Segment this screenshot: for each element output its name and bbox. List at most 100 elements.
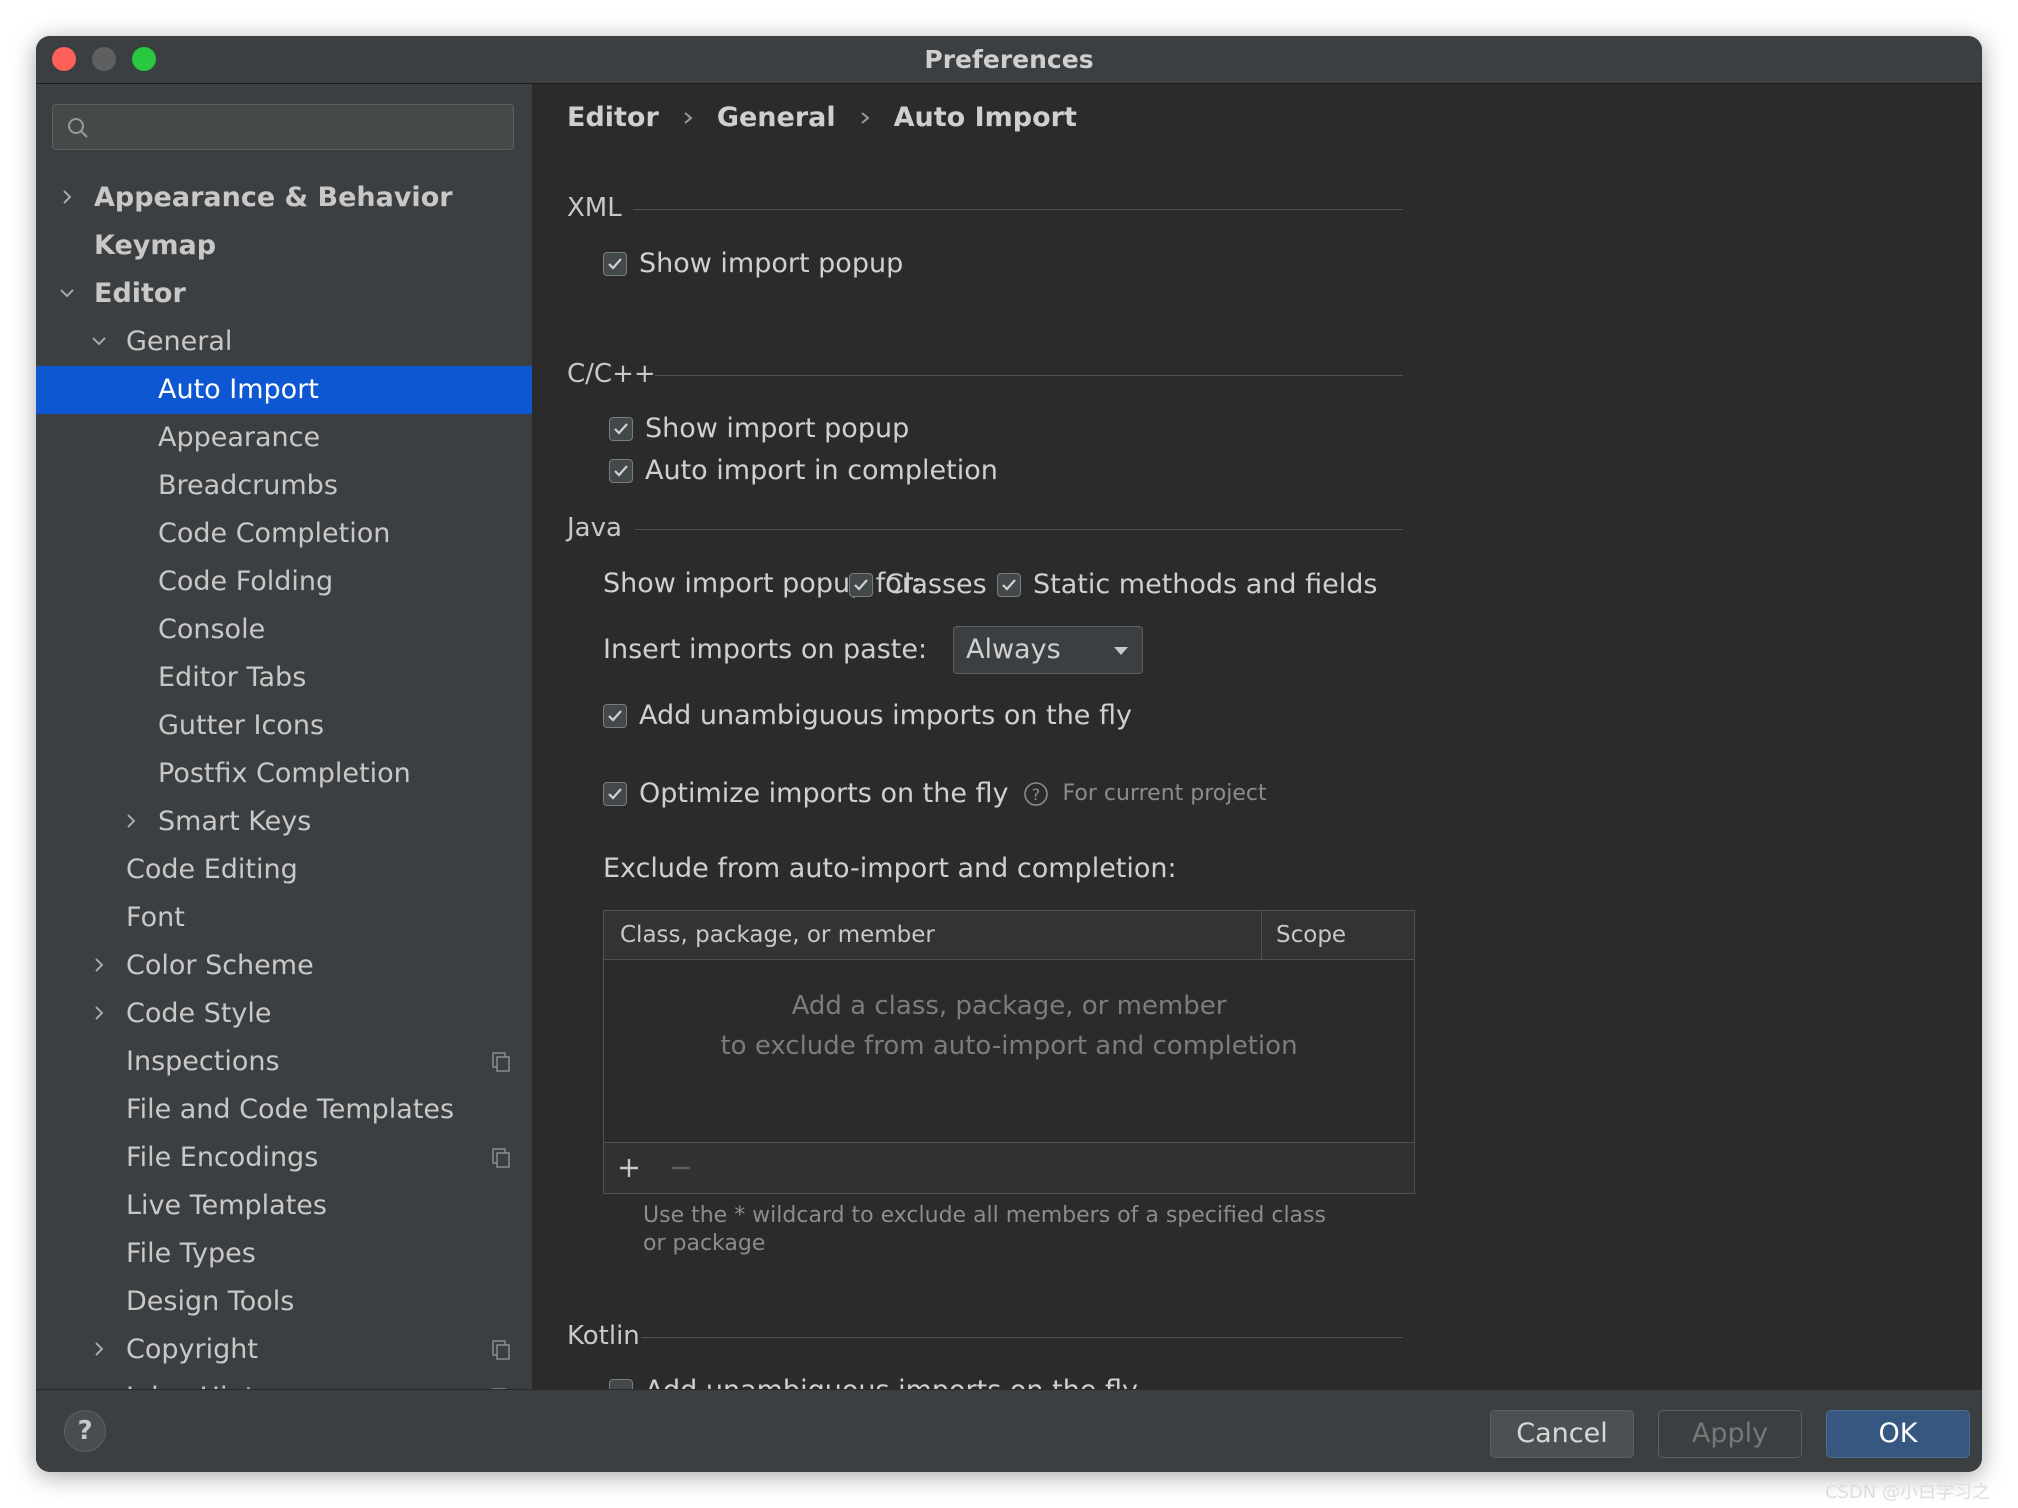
- sidebar-item[interactable]: Smart Keys: [36, 798, 532, 846]
- section-divider: [633, 209, 1403, 210]
- chevron-right-icon[interactable]: [122, 812, 140, 830]
- help-button[interactable]: ?: [64, 1410, 106, 1452]
- exclude-table[interactable]: Class, package, or member Scope Add a cl…: [603, 910, 1415, 1194]
- chevron-down-icon[interactable]: [58, 284, 76, 302]
- project-scope-icon: [492, 1148, 510, 1168]
- settings-tree: Appearance & Behavior Keymap Editor General…: [36, 174, 532, 1390]
- sidebar-item[interactable]: Inlay Hints: [36, 1374, 532, 1390]
- insert-on-paste-label: Insert imports on paste:: [603, 634, 928, 665]
- sidebar-item[interactable]: Auto Import: [36, 366, 532, 414]
- dropdown-value: Always: [966, 634, 1061, 665]
- checkbox-label: Auto import in completion: [645, 454, 998, 486]
- sidebar-item[interactable]: Console: [36, 606, 532, 654]
- apply-button[interactable]: Apply: [1658, 1410, 1802, 1458]
- sidebar-item[interactable]: Appearance & Behavior: [36, 174, 532, 222]
- sidebar-item[interactable]: Breadcrumbs: [36, 462, 532, 510]
- exclude-label: Exclude from auto-import and completion:: [603, 853, 1177, 884]
- section-cpp-title: C/C++: [567, 359, 656, 389]
- cpp-show-import-popup-checkbox[interactable]: Show import popup: [609, 408, 909, 448]
- section-divider: [635, 529, 1403, 530]
- column-divider: [1261, 911, 1262, 959]
- sidebar-item[interactable]: Code Editing: [36, 846, 532, 894]
- help-circle-icon[interactable]: ?: [1023, 781, 1049, 807]
- breadcrumb: Editor General Auto Import: [567, 96, 1077, 140]
- chevron-right-icon[interactable]: [90, 956, 108, 974]
- java-classes-checkbox[interactable]: Classes: [849, 564, 987, 604]
- svg-text:?: ?: [1031, 785, 1040, 804]
- project-scope-icon: [492, 1052, 510, 1072]
- chevron-right-icon: [860, 112, 870, 124]
- chevron-right-icon[interactable]: [58, 188, 76, 206]
- sidebar-item[interactable]: Keymap: [36, 222, 532, 270]
- sidebar-item-label: Code Style: [126, 998, 272, 1029]
- add-icon[interactable]: [618, 1157, 640, 1179]
- empty-text-line2: to exclude from auto-import and completi…: [720, 1031, 1298, 1061]
- settings-sidebar: Appearance & Behavior Keymap Editor General…: [36, 84, 533, 1390]
- sidebar-item-label: General: [126, 326, 233, 357]
- sidebar-item[interactable]: Live Templates: [36, 1182, 532, 1230]
- checkbox-checked-icon: [609, 458, 633, 483]
- sidebar-item-label: Editor Tabs: [158, 662, 307, 693]
- window-title: Preferences: [924, 45, 1094, 74]
- search-icon: [68, 118, 88, 138]
- sidebar-item[interactable]: Code Folding: [36, 558, 532, 606]
- sidebar-item[interactable]: Copyright: [36, 1326, 532, 1374]
- sidebar-item[interactable]: Font: [36, 894, 532, 942]
- sidebar-item-label: Appearance: [158, 422, 321, 453]
- checkbox-label: Static methods and fields: [1033, 568, 1378, 600]
- sidebar-item[interactable]: Appearance: [36, 414, 532, 462]
- sidebar-item[interactable]: File Types: [36, 1230, 532, 1278]
- cancel-button[interactable]: Cancel: [1490, 1410, 1634, 1458]
- column-class-package[interactable]: Class, package, or member: [620, 911, 935, 959]
- sidebar-item[interactable]: File and Code Templates: [36, 1086, 532, 1134]
- sidebar-item[interactable]: General: [36, 318, 532, 366]
- column-scope[interactable]: Scope: [1276, 911, 1346, 959]
- sidebar-item-label: Code Completion: [158, 518, 391, 549]
- section-java-title: Java: [567, 513, 622, 543]
- checkbox-checked-icon: [603, 251, 627, 276]
- checkbox-label: Classes: [885, 568, 987, 600]
- scope-hint: For current project: [1062, 780, 1267, 806]
- chevron-down-icon[interactable]: [90, 332, 108, 350]
- chevron-down-icon: [1114, 647, 1128, 655]
- breadcrumb-general[interactable]: General: [717, 102, 836, 133]
- checkbox-checked-icon: [849, 572, 873, 597]
- sidebar-item[interactable]: Color Scheme: [36, 942, 532, 990]
- sidebar-item-label: File Encodings: [126, 1142, 319, 1173]
- checkbox-label: Add unambiguous imports on the fly: [645, 1374, 1138, 1391]
- java-add-unambiguous-checkbox[interactable]: Add unambiguous imports on the fly: [603, 695, 1132, 735]
- java-optimize-imports-checkbox[interactable]: Optimize imports on the fly? For current …: [603, 773, 1267, 813]
- chevron-right-icon[interactable]: [90, 1340, 108, 1358]
- insert-on-paste-dropdown[interactable]: Always: [953, 626, 1143, 674]
- sidebar-item[interactable]: File Encodings: [36, 1134, 532, 1182]
- sidebar-item-label: Copyright: [126, 1334, 258, 1365]
- wildcard-note: Use the * wildcard to exclude all member…: [643, 1203, 1326, 1256]
- sidebar-item[interactable]: Editor: [36, 270, 532, 318]
- sidebar-item[interactable]: Gutter Icons: [36, 702, 532, 750]
- sidebar-item-label: Postfix Completion: [158, 758, 411, 789]
- sidebar-item-label: Console: [158, 614, 266, 645]
- kotlin-add-unambiguous-checkbox[interactable]: Add unambiguous imports on the fly: [609, 1370, 1138, 1390]
- checkbox-checked-icon: [997, 572, 1021, 597]
- table-toolbar: [604, 1142, 1414, 1193]
- cpp-auto-import-completion-checkbox[interactable]: Auto import in completion: [609, 450, 998, 490]
- sidebar-item[interactable]: Code Style: [36, 990, 532, 1038]
- sidebar-item[interactable]: Editor Tabs: [36, 654, 532, 702]
- sidebar-item[interactable]: Design Tools: [36, 1278, 532, 1326]
- checkbox-checked-icon: [603, 703, 627, 728]
- sidebar-item-label: Live Templates: [126, 1190, 327, 1221]
- sidebar-item[interactable]: Code Completion: [36, 510, 532, 558]
- chevron-right-icon[interactable]: [90, 1004, 108, 1022]
- sidebar-item-label: File and Code Templates: [126, 1094, 455, 1125]
- xml-show-import-popup-checkbox[interactable]: Show import popup: [603, 243, 903, 283]
- checkbox-label: Show import popup: [639, 247, 904, 279]
- sidebar-item-label: Smart Keys: [158, 806, 312, 837]
- sidebar-item[interactable]: Postfix Completion: [36, 750, 532, 798]
- sidebar-item[interactable]: Inspections: [36, 1038, 532, 1086]
- java-static-methods-checkbox[interactable]: Static methods and fields: [997, 564, 1377, 604]
- checkbox-label: Optimize imports on the fly: [639, 777, 1009, 809]
- checkbox-checked-icon: [609, 416, 633, 441]
- breadcrumb-editor[interactable]: Editor: [567, 102, 659, 133]
- ok-button[interactable]: OK: [1826, 1410, 1970, 1458]
- settings-search-input[interactable]: [52, 104, 514, 150]
